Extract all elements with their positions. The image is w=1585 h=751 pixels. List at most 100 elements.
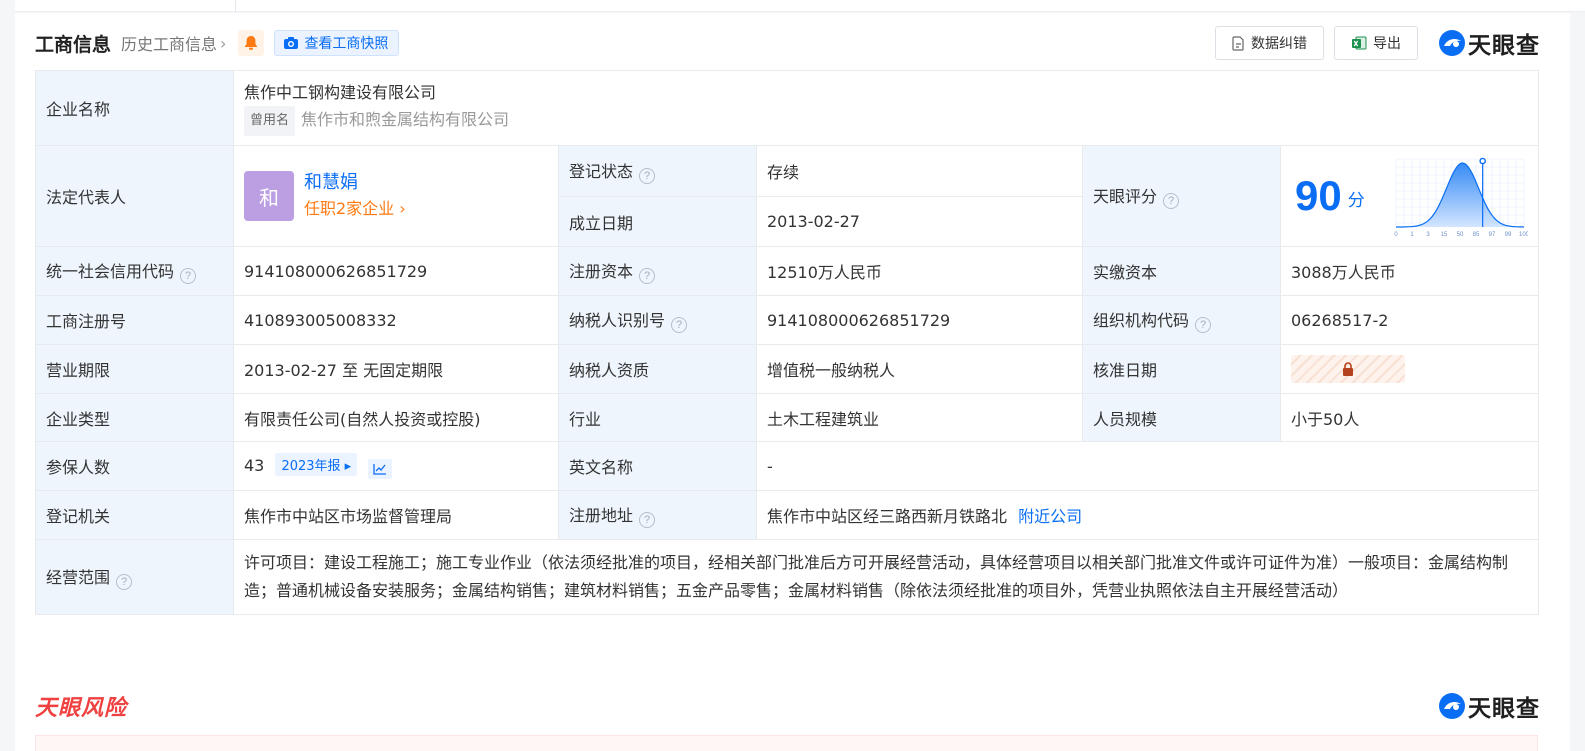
annual-report-label: 2023年报 xyxy=(281,459,341,474)
approve-date-label: 核准日期 xyxy=(1082,344,1281,394)
excel-icon xyxy=(1352,36,1367,50)
help-icon[interactable]: ? xyxy=(639,268,656,284)
credit-code-label-cell: 统一社会信用代码? xyxy=(35,246,234,296)
address-label: 注册地址 xyxy=(569,506,634,525)
tick-label: 97 xyxy=(1489,232,1496,238)
help-icon[interactable]: ? xyxy=(1195,317,1212,333)
help-icon[interactable]: ? xyxy=(1163,193,1180,209)
table-row: 企业名称 焦作中工钢构建设有限公司 曾用名 焦作市和煦金属结构有限公司 xyxy=(35,70,1540,146)
logo-text: 天眼查 xyxy=(1468,33,1540,59)
risk-panel xyxy=(35,735,1538,751)
business-info-card: 工商信息 历史工商信息 › 查看工商快照 数据纠错 导出 天眼查 企业名称 焦作… xyxy=(15,13,1570,751)
business-info-table: 企业名称 焦作中工钢构建设有限公司 曾用名 焦作市和煦金属结构有限公司 法定代表人… xyxy=(35,70,1540,615)
credit-code-value: 914108000626851729 xyxy=(233,246,559,296)
document-edit-icon xyxy=(1232,35,1244,51)
former-name-tag: 曾用名 xyxy=(244,106,296,136)
insured-value: 43 xyxy=(244,456,265,475)
score-label-cell: 天眼评分? xyxy=(1082,145,1281,247)
legal-rep-name[interactable]: 和慧娟 xyxy=(304,170,406,196)
table-row: 参保人数 43 2023年报 ▸ 英文名称 - xyxy=(35,441,1540,491)
trend-chart-icon[interactable] xyxy=(368,459,393,479)
score-marker-dot xyxy=(1479,157,1486,165)
company-name: 焦作中工钢构建设有限公司 xyxy=(244,83,437,102)
legal-rep-companies-link[interactable]: 任职2家企业 › xyxy=(304,196,406,222)
risk-section-title: 天眼风险 xyxy=(35,696,128,721)
scope-label-cell: 经营范围? xyxy=(35,539,234,615)
tick-label: 15 xyxy=(1441,232,1448,238)
tax-qual-label: 纳税人资质 xyxy=(558,344,757,394)
eye-logo-icon xyxy=(1439,30,1465,56)
org-code-value: 06268517-2 xyxy=(1279,295,1540,345)
scope-label: 经营范围 xyxy=(46,568,111,587)
tick-label: 50 xyxy=(1457,232,1464,238)
table-row: 经营范围? 许可项目：建设工程施工；施工专业作业（依法须经批准的项目，经相关部门… xyxy=(35,539,1540,615)
help-icon[interactable]: ? xyxy=(639,512,656,528)
logo-text: 天眼查 xyxy=(1468,696,1540,722)
nearby-companies-link[interactable]: 附近公司 xyxy=(1018,507,1082,526)
reg-number-label: 工商注册号 xyxy=(35,295,234,345)
help-icon[interactable]: ? xyxy=(639,168,656,184)
found-date-value: 2013-02-27 xyxy=(756,196,1083,247)
tab-divider xyxy=(235,0,236,12)
company-type-label: 企业类型 xyxy=(35,393,234,442)
score-distribution-chart[interactable]: 0 1 3 15 50 85 97 99 100 xyxy=(1392,153,1528,239)
company-name-cell: 焦作中工钢构建设有限公司 曾用名 焦作市和煦金属结构有限公司 xyxy=(232,70,1540,146)
annual-report-tag[interactable]: 2023年报 ▸ xyxy=(275,453,358,476)
term-value: 2013-02-27 至 无固定期限 xyxy=(233,344,559,394)
score-unit: 分 xyxy=(1347,191,1365,211)
tick-label: 0 xyxy=(1394,232,1398,238)
org-code-label-cell: 组织机构代码? xyxy=(1082,295,1281,345)
tianyancha-logo: 天眼查 xyxy=(1438,689,1540,723)
company-type-value: 有限责任公司(自然人投资或控股) xyxy=(233,393,559,442)
help-icon[interactable]: ? xyxy=(180,268,197,284)
export-label: 导出 xyxy=(1373,36,1401,52)
tax-id-label: 纳税人识别号 xyxy=(569,311,666,330)
score-cell: 90 分 0 1 3 15 50 85 97 99 100 xyxy=(1279,145,1540,247)
data-correction-label: 数据纠错 xyxy=(1251,36,1307,52)
tax-id-label-cell: 纳税人识别号? xyxy=(558,295,757,345)
paid-capital-label: 实缴资本 xyxy=(1082,246,1281,296)
industry-label: 行业 xyxy=(558,393,757,442)
table-row: 法定代表人 和 和慧娟 任职2家企业 › 登记状态? 存续 天眼评分? 90 分 … xyxy=(35,145,1540,247)
staff-size-label: 人员规模 xyxy=(1082,393,1281,442)
section-header: 工商信息 历史工商信息 › 查看工商快照 数据纠错 导出 天眼查 xyxy=(35,26,1540,60)
tianyancha-logo: 天眼查 xyxy=(1438,26,1540,60)
top-tab-strip xyxy=(15,0,1585,12)
bell-icon[interactable] xyxy=(238,30,265,56)
term-label: 营业期限 xyxy=(35,344,234,394)
table-row: 营业期限 2013-02-27 至 无固定期限 纳税人资质 增值税一般纳税人 核… xyxy=(35,344,1540,394)
help-icon[interactable]: ? xyxy=(671,317,688,333)
reg-status-label: 登记状态 xyxy=(569,162,634,181)
section-title: 工商信息 xyxy=(35,33,112,56)
score-value: 90 xyxy=(1295,172,1342,219)
credit-code-label: 统一社会信用代码 xyxy=(46,262,175,281)
tick-label: 85 xyxy=(1473,232,1480,238)
table-row: 登记机关 焦作市中站区市场监督管理局 注册地址? 焦作市中站区经三路西新月铁路北… xyxy=(35,490,1540,540)
export-button[interactable]: 导出 xyxy=(1334,26,1418,60)
distribution-area xyxy=(1396,163,1525,227)
paid-capital-value: 3088万人民币 xyxy=(1279,246,1540,296)
help-icon[interactable]: ? xyxy=(116,574,133,590)
org-code-label: 组织机构代码 xyxy=(1093,311,1190,330)
history-info-link[interactable]: 历史工商信息 › xyxy=(121,31,226,55)
table-row: 企业类型 有限责任公司(自然人投资或控股) 行业 土木工程建筑业 人员规模 小于… xyxy=(35,393,1540,442)
insured-cell: 43 2023年报 ▸ xyxy=(233,441,559,491)
english-name-label: 英文名称 xyxy=(558,441,757,491)
approve-date-cell xyxy=(1279,344,1540,394)
english-name-value: - xyxy=(755,441,1540,491)
avatar[interactable]: 和 xyxy=(244,171,294,221)
data-correction-button[interactable]: 数据纠错 xyxy=(1215,26,1324,60)
table-row: 工商注册号 410893005008332 纳税人识别号? 9141080006… xyxy=(35,295,1540,345)
reg-status-label-cell: 登记状态? xyxy=(558,145,757,197)
eye-logo-icon xyxy=(1439,693,1465,719)
authority-value: 焦作市中站区市场监督管理局 xyxy=(233,490,559,540)
legal-rep-label: 法定代表人 xyxy=(35,145,234,247)
tick-label: 100 xyxy=(1519,232,1528,238)
locked-content[interactable] xyxy=(1291,355,1405,383)
history-info-label: 历史工商信息 xyxy=(121,35,218,54)
insured-label: 参保人数 xyxy=(35,441,234,491)
tick-label: 99 xyxy=(1505,232,1512,238)
snapshot-button[interactable]: 查看工商快照 xyxy=(274,30,400,56)
camera-icon xyxy=(284,37,299,49)
tick-label: 3 xyxy=(1426,232,1430,238)
